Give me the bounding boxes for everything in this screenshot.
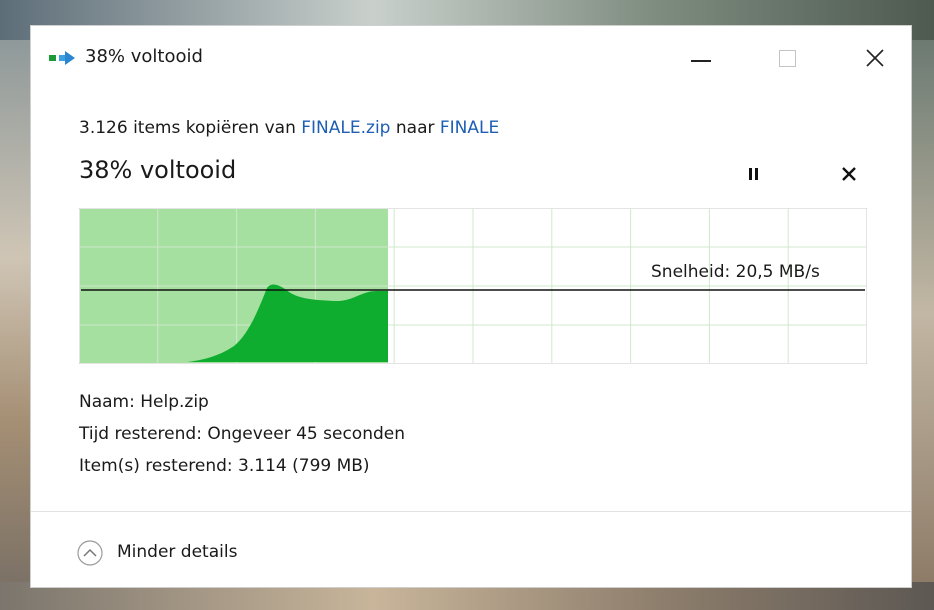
footer-divider — [31, 511, 911, 512]
title-bar[interactable]: 38% voltooid — [31, 26, 911, 92]
window-title: 38% voltooid — [85, 46, 203, 67]
minimize-button[interactable] — [677, 40, 723, 76]
time-remaining-label: Tijd resterend: Ongeveer 45 seconden — [79, 424, 406, 444]
pause-button[interactable] — [741, 162, 767, 188]
fewer-details-label: Minder details — [117, 542, 238, 562]
copy-middle-text: naar — [390, 118, 440, 138]
maximize-icon — [779, 50, 796, 67]
copy-progress-dialog: 38% voltooid 3.126 items kopiëren van FI… — [30, 25, 912, 588]
copy-count-text: 3.126 items kopiëren van — [79, 118, 302, 138]
speed-label: Snelheid: 20,5 MB/s — [651, 262, 820, 282]
minimize-icon — [691, 60, 711, 62]
close-button[interactable] — [853, 40, 899, 76]
chevron-up-circle-icon — [77, 540, 103, 566]
cancel-button[interactable] — [835, 160, 863, 188]
destination-link[interactable]: FINALE — [440, 118, 499, 138]
desktop-background-right — [912, 40, 934, 585]
desktop-background-left — [0, 40, 30, 585]
file-name-label: Naam: Help.zip — [79, 392, 209, 412]
close-icon — [866, 49, 884, 67]
maximize-button[interactable] — [765, 40, 811, 76]
source-link[interactable]: FINALE.zip — [301, 118, 390, 138]
progress-percent-label: 38% voltooid — [79, 156, 237, 184]
copy-description: 3.126 items kopiëren van FINALE.zip naar… — [79, 118, 499, 138]
cancel-icon — [842, 167, 856, 181]
items-remaining-label: Item(s) resterend: 3.114 (799 MB) — [79, 456, 370, 476]
file-copy-icon — [47, 50, 77, 66]
transfer-speed-graph — [79, 208, 867, 364]
